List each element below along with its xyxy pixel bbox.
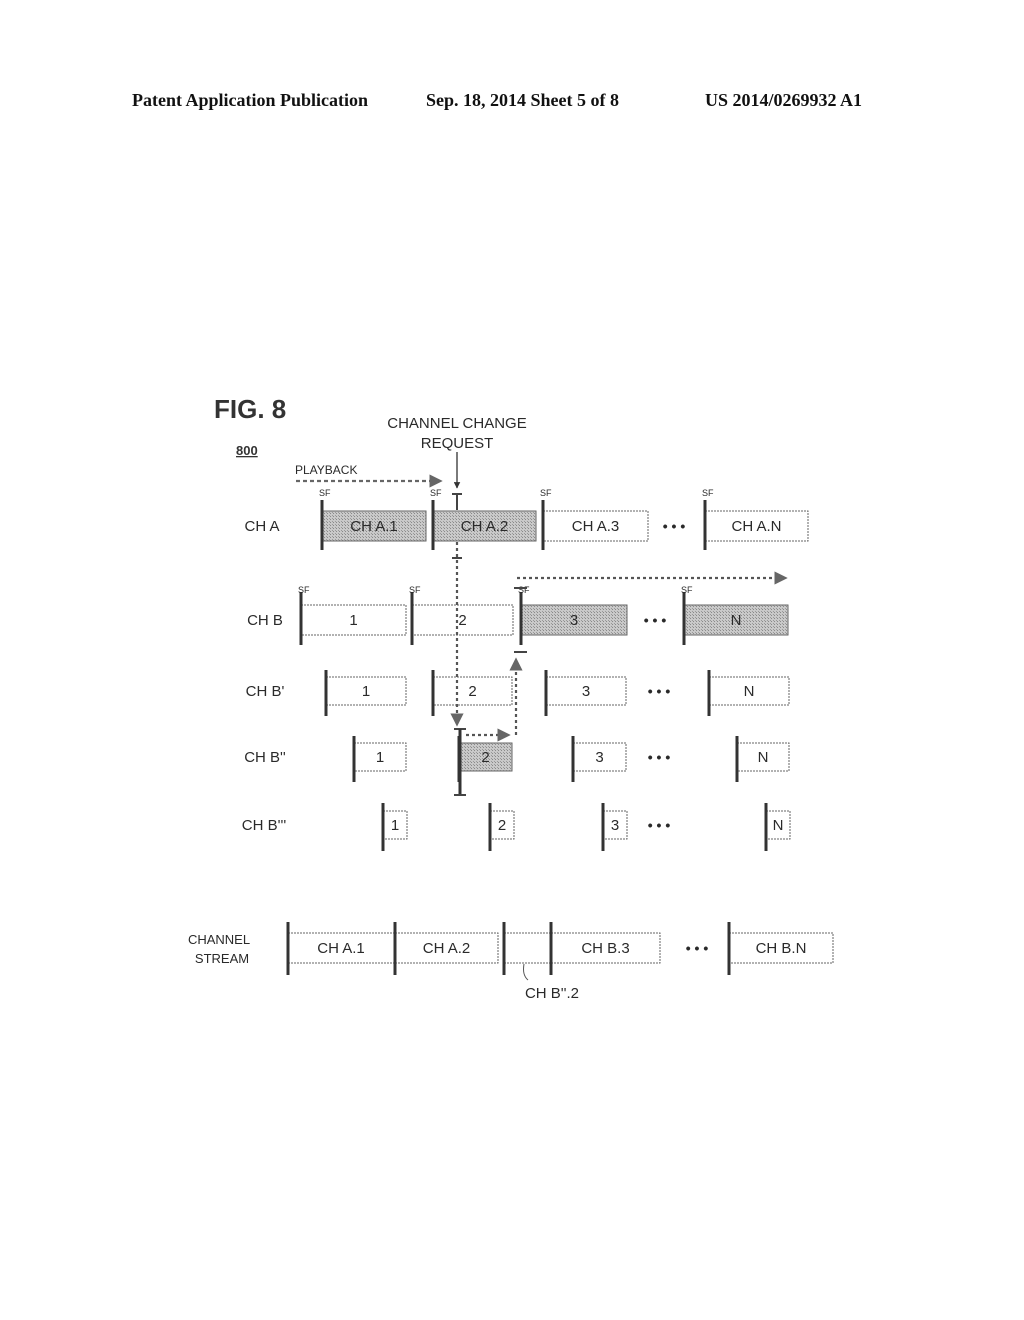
segment-label: 3 [611,817,619,834]
segment: 2 [457,736,513,782]
segment: N [764,803,791,851]
segment: 1 [381,803,408,851]
stream-segment-label: CH B.3 [581,940,629,957]
stream-segment: CH A.1 [286,922,395,975]
ellipsis: • • • [648,817,671,833]
segment-label: CH A.N [731,518,781,535]
segment: 3 [571,736,627,782]
sf-marker-label: SF [298,585,310,595]
stream-segment-box [503,932,551,964]
segment-label: N [744,683,755,700]
row-label: CH B' [246,683,285,700]
segment: N SF [681,585,789,645]
segment-label: N [773,817,784,834]
stream-segment-label: CH A.2 [423,940,471,957]
channel-row: CH A CH A.1 SF CH A.2 SF CH A.3 SF CH A.N SF • • … [244,488,809,550]
segment-label: 1 [362,683,370,700]
callout-label: CH B''.2 [525,985,579,1002]
segment: 2 [431,670,513,716]
segment-label: CH A.1 [350,518,398,535]
segment-label: CH A.2 [461,518,509,535]
channel-row: CH B 1 SF 2 SF 3 SF N SF • • • [247,585,789,645]
row-label: CH B''' [242,817,287,834]
segment: 2 [488,803,515,851]
ellipsis: • • • [663,518,686,534]
channel-stream-label-line2: STREAM [195,951,249,966]
segment-label: 2 [481,749,489,766]
figure-title: FIG. 8 [214,394,286,424]
segment: N [735,736,790,782]
segment: 1 [324,670,407,716]
sf-marker-label: SF [319,488,331,498]
row-label: CH B'' [244,749,286,766]
stream-segment [502,922,551,975]
sf-marker-label: SF [518,585,530,595]
channel-stream: CHANNEL STREAM CH A.1 CH A.2 CH B.3 CH B.N • •… [188,922,834,1002]
stream-segment: CH A.2 [393,922,499,975]
segment-label: 3 [570,612,578,629]
channel-change-label-line2: REQUEST [421,435,494,452]
stream-segment: CH B.3 [549,922,661,975]
ellipsis: • • • [648,683,671,699]
channel-rows: CH A CH A.1 SF CH A.2 SF CH A.3 SF CH A.N SF • • … [242,488,809,851]
segment: CH A.N SF [702,488,809,550]
segment: CH A.2 SF [430,488,537,550]
sf-marker-label: SF [681,585,693,595]
ellipsis: • • • [648,749,671,765]
stream-ellipsis: • • • [686,940,709,956]
sf-marker-label: SF [409,585,421,595]
ellipsis: • • • [644,612,667,628]
channel-row: CH B'' 1 2 3 N • • • [244,736,790,782]
sf-marker-label: SF [702,488,714,498]
segment: 2 SF [409,585,514,645]
segment-label: N [731,612,742,629]
segment-label: 1 [391,817,399,834]
sf-marker-label: SF [430,488,442,498]
segment: N [707,670,790,716]
segment-label: 3 [595,749,603,766]
segment: 3 [601,803,628,851]
stream-segment-label: CH B.N [756,940,807,957]
playback-label: PLAYBACK [295,463,357,477]
channel-stream-label-line1: CHANNEL [188,932,250,947]
channel-row: CH B''' 1 2 3 N • • • [242,803,791,851]
figure-ref-number: 800 [236,443,258,458]
stream-segment-label: CH A.1 [317,940,365,957]
segment: CH A.1 SF [319,488,427,550]
segment: 1 [352,736,407,782]
segment: 3 [544,670,627,716]
figure-8-diagram: FIG. 8 800 CHANNEL CHANGE REQUEST PLAYBA… [188,394,834,1002]
channel-row: CH B' 1 2 3 N • • • [246,670,790,716]
segment-label: CH A.3 [572,518,620,535]
segment: 3 SF [518,585,628,645]
segment-label: 2 [458,612,466,629]
segment-label: 1 [349,612,357,629]
sf-marker-label: SF [540,488,552,498]
segment-label: N [758,749,769,766]
segment: 1 SF [298,585,407,645]
row-label: CH A [244,518,279,535]
stream-segment: CH B.N [727,922,834,975]
segment-label: 3 [582,683,590,700]
segment-label: 2 [498,817,506,834]
callout-leader-line [523,963,529,981]
segment-label: 1 [376,749,384,766]
segment-label: 2 [468,683,476,700]
segment: CH A.3 SF [540,488,649,550]
channel-change-label-line1: CHANNEL CHANGE [387,415,526,432]
row-label: CH B [247,612,283,629]
